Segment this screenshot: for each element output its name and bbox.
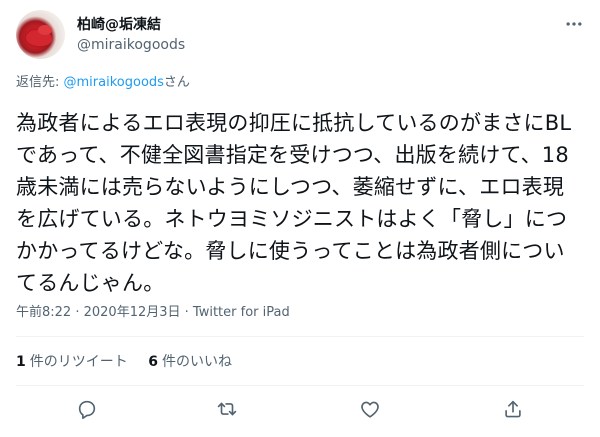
retweets-label: 件のリツイート xyxy=(29,354,128,370)
tweet-text: 為政者によるエロ表現の抑圧に抵抗しているのがまさにBLであって、不健全図書指定を… xyxy=(16,111,572,295)
tweet-stats: 1 件のリツイート 6 件のいいね xyxy=(16,353,248,371)
author-handle[interactable]: @miraikogoods xyxy=(77,35,185,55)
retweets-stat[interactable]: 1 件のリツイート xyxy=(16,353,128,371)
author-display-name[interactable]: 柏崎@垢凍結 xyxy=(77,16,185,34)
meta-separator: · xyxy=(71,305,84,320)
share-upload-icon[interactable] xyxy=(502,398,526,422)
avatar-image-shape-secondary xyxy=(38,25,52,35)
likes-label: 件のいいね xyxy=(161,354,232,370)
avatar[interactable] xyxy=(16,10,65,59)
divider-bottom xyxy=(16,385,584,386)
tweet-header: 柏崎@垢凍結 @miraikogoods xyxy=(16,10,584,60)
tweet-actions xyxy=(16,398,584,426)
likes-stat[interactable]: 6 件のいいね xyxy=(148,353,232,371)
tweet-client[interactable]: Twitter for iPad xyxy=(193,305,290,320)
reply-bubble-icon[interactable] xyxy=(76,398,100,422)
tweet-detail: 柏崎@垢凍結 @miraikogoods 返信先: @miraikogoodsさ… xyxy=(0,0,600,437)
reply-target-link[interactable]: @miraikogoods xyxy=(64,75,164,90)
author-names: 柏崎@垢凍結 @miraikogoods xyxy=(77,16,185,55)
divider-top xyxy=(16,336,584,337)
tweet-meta: 午前8:22 · 2020年12月3日 · Twitter for iPad xyxy=(16,304,290,322)
more-dots-icon[interactable] xyxy=(564,14,584,34)
reply-context-suffix: さん xyxy=(163,75,190,90)
tweet-date[interactable]: 2020年12月3日 xyxy=(84,305,181,320)
likes-count: 6 xyxy=(148,354,158,370)
retweet-arrows-icon[interactable] xyxy=(216,398,240,422)
heart-icon[interactable] xyxy=(359,398,383,422)
meta-separator-2: · xyxy=(180,305,193,320)
reply-context-prefix: 返信先: xyxy=(16,75,64,90)
reply-context: 返信先: @miraikogoodsさん xyxy=(16,74,190,92)
tweet-time[interactable]: 午前8:22 xyxy=(16,305,71,320)
retweets-count: 1 xyxy=(16,354,26,370)
